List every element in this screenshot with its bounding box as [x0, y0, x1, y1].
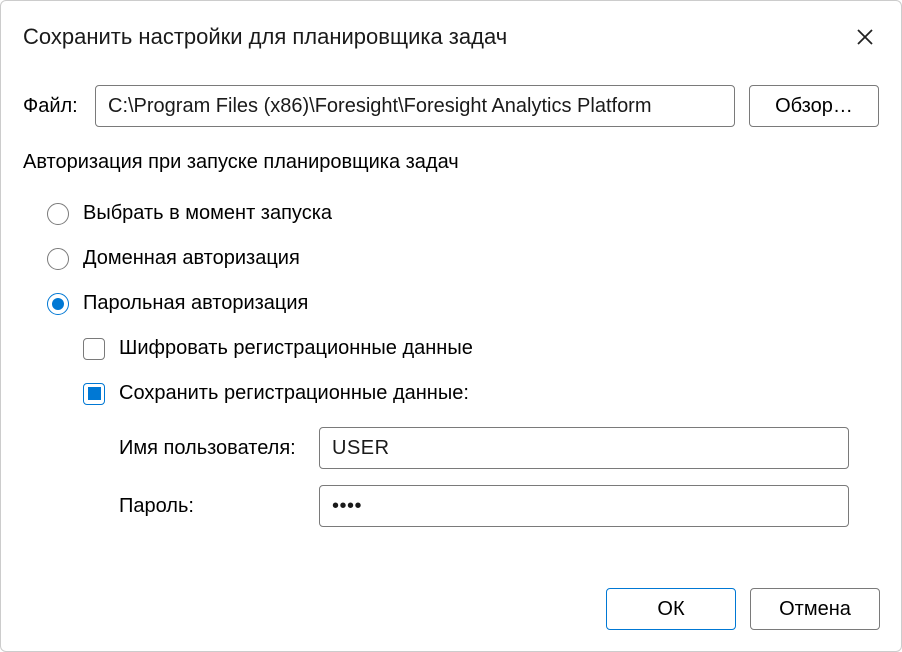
- password-label: Пароль:: [119, 495, 319, 518]
- file-label: Файл:: [23, 95, 81, 118]
- username-label: Имя пользователя:: [119, 437, 319, 460]
- checkbox-icon: [83, 338, 105, 360]
- radio-at-launch[interactable]: Выбрать в момент запуска: [47, 202, 879, 225]
- radio-domain[interactable]: Доменная авторизация: [47, 247, 879, 270]
- password-input[interactable]: [319, 485, 849, 527]
- cancel-button[interactable]: Отмена: [750, 588, 880, 630]
- dialog-title: Сохранить настройки для планировщика зад…: [23, 24, 507, 50]
- radio-domain-label: Доменная авторизация: [83, 247, 300, 270]
- browse-button[interactable]: Обзор…: [749, 85, 879, 127]
- username-input[interactable]: [319, 427, 849, 469]
- checkbox-save-label: Сохранить регистрационные данные:: [119, 382, 469, 405]
- checkbox-save[interactable]: Сохранить регистрационные данные:: [83, 382, 879, 405]
- radio-icon: [47, 293, 69, 315]
- file-path-input[interactable]: [95, 85, 735, 127]
- checkbox-encrypt-label: Шифровать регистрационные данные: [119, 337, 473, 360]
- close-button[interactable]: [851, 23, 879, 51]
- checkbox-encrypt[interactable]: Шифровать регистрационные данные: [83, 337, 879, 360]
- ok-button[interactable]: ОК: [606, 588, 736, 630]
- close-icon: [855, 27, 875, 47]
- radio-icon: [47, 248, 69, 270]
- radio-icon: [47, 203, 69, 225]
- radio-password-label: Парольная авторизация: [83, 292, 308, 315]
- checkbox-icon: [83, 383, 105, 405]
- auth-section-label: Авторизация при запуске планировщика зад…: [23, 151, 879, 174]
- radio-at-launch-label: Выбрать в момент запуска: [83, 202, 332, 225]
- radio-password[interactable]: Парольная авторизация: [47, 292, 879, 315]
